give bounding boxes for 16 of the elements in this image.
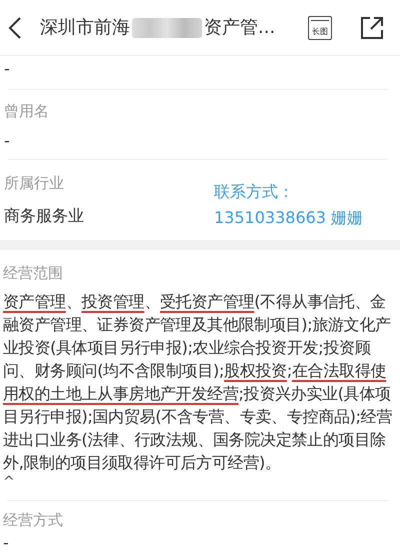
field-label: 曾用名 — [4, 101, 49, 122]
field-label: 经营范围 — [3, 262, 63, 284]
share-icon[interactable] — [360, 16, 384, 40]
contact-label: 联系方式： — [214, 180, 294, 202]
field-value: - — [3, 534, 9, 552]
field-value: - — [4, 130, 10, 150]
contact-value: 13510338663 姗姗 — [214, 206, 364, 228]
collapse-toggle[interactable]: ^ — [3, 474, 15, 490]
field-label: 经营方式 — [3, 510, 63, 531]
field-label: 所属行业 — [4, 172, 64, 194]
field-value: 商务服务业 — [4, 205, 84, 227]
field-value: - — [4, 59, 10, 79]
window-title: 深圳市前海 — [40, 16, 130, 40]
long-image-button[interactable]: 长图 — [308, 16, 332, 40]
window-title: 资产管... — [204, 16, 276, 40]
business-scope-text: 资产管理、投资管理、受托资产管理(不得从事信托、金融资产管理、证券资产管理及其他限制项目);旅游文化产业投资(具体项目另行申报);农业综合投资开发;投资顾问、财务顾问(均不含限制项目);股权投资;在合法取得使用权的土地上从事房地产开发经营;投资兴办实业(具体项目另行申报);国内贸易(不含专营、专卖、专控商品);经营进出口业务(法律、行政法规、国务院决定禁止的项目除外,限制的项目须取得许可后方可经营)。 — [3, 291, 394, 474]
